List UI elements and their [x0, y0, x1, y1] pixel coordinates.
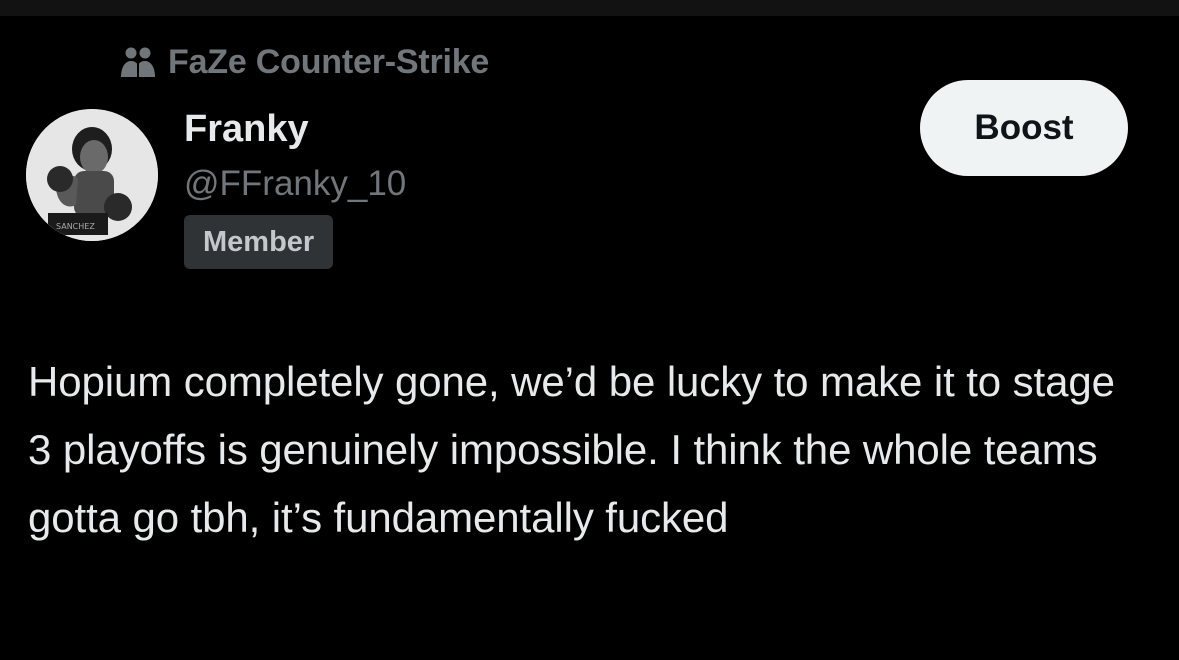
- avatar[interactable]: SANCHEZ: [26, 109, 158, 241]
- top-bar: [0, 0, 1179, 16]
- people-icon: [120, 42, 168, 82]
- post-text: Hopium completely gone, we’d be lucky to…: [28, 358, 1115, 541]
- svg-text:SANCHEZ: SANCHEZ: [56, 222, 95, 231]
- community-name[interactable]: FaZe Counter-Strike: [168, 43, 489, 82]
- user-handle[interactable]: @FFranky_10: [184, 162, 406, 206]
- community-header[interactable]: FaZe Counter-Strike: [120, 42, 489, 82]
- member-badge: Member: [184, 215, 334, 269]
- boost-button[interactable]: Boost: [920, 80, 1128, 176]
- display-name[interactable]: Franky: [184, 107, 309, 151]
- boxer-avatar-image: SANCHEZ: [26, 109, 158, 241]
